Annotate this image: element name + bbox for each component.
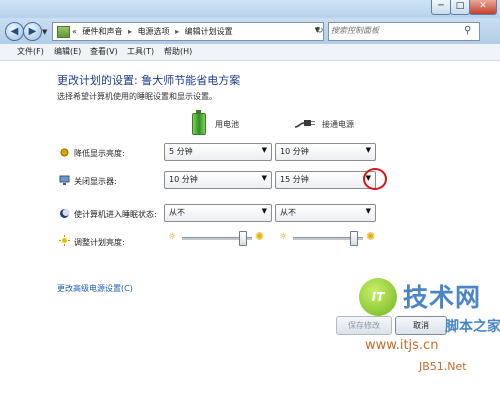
- page-subtitle: 选择希望计算机使用的睡眠设置和显示设置。: [57, 92, 217, 101]
- dim-sun-icon: ☼: [168, 232, 177, 242]
- breadcrumb-overflow[interactable]: «: [72, 27, 77, 36]
- chevron-down-icon: ▼: [261, 207, 267, 215]
- search-icon[interactable]: ⚲: [464, 25, 476, 37]
- search-input[interactable]: [331, 24, 459, 37]
- chevron-down-icon: ▼: [261, 174, 267, 182]
- slider-thumb[interactable]: [238, 231, 247, 246]
- dim-sun-icon: ☼: [279, 232, 288, 242]
- watermark-url-secondary: JB51.Net: [419, 360, 467, 373]
- title-bar: ─ □ ✕: [0, 0, 500, 18]
- breadcrumb-power-options[interactable]: 电源选项: [138, 27, 170, 36]
- menu-file[interactable]: 文件(F): [17, 46, 44, 57]
- slider-thumb[interactable]: [349, 231, 358, 246]
- dim-display-plugged-select[interactable]: 10 分钟 ▼: [275, 143, 376, 161]
- breadcrumb-hardware-sound[interactable]: 硬件和声音: [82, 27, 122, 36]
- maximize-button[interactable]: □: [450, 0, 470, 15]
- selected-value: 15 分钟: [280, 175, 309, 184]
- address-bar[interactable]: « 硬件和声音 ▸ 电源选项 ▸ 编辑计划设置 ▼: [52, 22, 324, 41]
- dim-display-label: 降低显示亮度:: [74, 149, 125, 158]
- refresh-icon[interactable]: ↻: [316, 26, 324, 36]
- breadcrumb: « 硬件和声音 ▸ 电源选项 ▸ 编辑计划设置: [72, 26, 236, 37]
- watermark-title: 技术网: [403, 283, 482, 312]
- sleep-label: 使计算机进入睡眠状态:: [74, 210, 157, 219]
- turn-off-display-battery-select[interactable]: 10 分钟 ▼: [164, 171, 272, 189]
- bright-sun-icon: ✺: [255, 230, 265, 243]
- column-header-battery: 用电池: [215, 120, 239, 129]
- dim-display-battery-select[interactable]: 5 分钟 ▼: [164, 143, 272, 161]
- menu-edit[interactable]: 编辑(E): [54, 46, 81, 57]
- selected-value: 10 分钟: [280, 147, 309, 156]
- recent-pages-dropdown[interactable]: ▼: [42, 28, 47, 36]
- menu-bar: 文件(F) 编辑(E) 查看(V) 工具(T) 帮助(H): [0, 44, 500, 61]
- menu-view[interactable]: 查看(V): [90, 46, 118, 57]
- highlight-circle: [363, 168, 387, 190]
- control-panel-window: ─ □ ✕ ◀ ▶ ▼ « 硬件和声音 ▸ 电源选项 ▸ 编辑计划设置 ▼ ↻ …: [0, 0, 500, 394]
- battery-icon: [192, 110, 206, 135]
- navigation-bar: ◀ ▶ ▼ « 硬件和声音 ▸ 电源选项 ▸ 编辑计划设置 ▼ ↻ ⚲: [0, 18, 500, 44]
- breadcrumb-separator[interactable]: ▸: [128, 27, 132, 36]
- control-panel-icon: [57, 26, 70, 38]
- selected-value: 10 分钟: [169, 175, 198, 184]
- breadcrumb-edit-plan[interactable]: 编辑计划设置: [185, 27, 233, 36]
- menu-help[interactable]: 帮助(H): [164, 46, 192, 57]
- back-button[interactable]: ◀: [5, 22, 24, 41]
- sleep-plugged-select[interactable]: 从不 ▼: [275, 204, 376, 222]
- power-plug-icon: [294, 120, 315, 128]
- monitor-icon: [59, 175, 70, 186]
- watermark-logo: IT: [359, 278, 397, 316]
- watermark-subtitle: 脚本之家: [445, 319, 500, 335]
- site-watermark: IT 技术网 脚本之家 www.itjs.cn JB51.Net: [357, 258, 500, 392]
- turn-off-display-plugged-select[interactable]: 15 分钟 ▼: [275, 171, 376, 189]
- brightness-icon: [59, 235, 70, 246]
- bright-sun-icon: ✺: [366, 230, 376, 243]
- forward-button[interactable]: ▶: [23, 22, 42, 41]
- sleep-battery-select[interactable]: 从不 ▼: [164, 204, 272, 222]
- selected-value: 从不: [280, 208, 296, 217]
- chevron-down-icon: ▼: [365, 207, 371, 215]
- selected-value: 5 分钟: [169, 147, 193, 156]
- watermark-url: www.itjs.cn: [365, 338, 439, 353]
- brightness-plugged-slider[interactable]: ☼ ✺: [279, 230, 379, 248]
- minimize-button[interactable]: ─: [431, 0, 451, 15]
- page-title: 更改计划的设置: 鲁大师节能省电方案: [57, 74, 241, 87]
- menu-tools[interactable]: 工具(T): [127, 46, 154, 57]
- chevron-down-icon: ▼: [261, 146, 267, 154]
- dim-brightness-icon: [59, 147, 70, 158]
- close-button[interactable]: ✕: [469, 0, 497, 15]
- column-header-plugged-in: 接通电源: [322, 120, 354, 129]
- sleep-moon-icon: [59, 208, 70, 219]
- brightness-label: 调整计划亮度:: [74, 238, 125, 247]
- search-box[interactable]: ⚲: [328, 22, 480, 41]
- brightness-battery-slider[interactable]: ☼ ✺: [168, 230, 268, 248]
- chevron-down-icon: ▼: [365, 146, 371, 154]
- selected-value: 从不: [169, 208, 185, 217]
- advanced-power-settings-link[interactable]: 更改高级电源设置(C): [57, 283, 133, 294]
- breadcrumb-separator[interactable]: ▸: [175, 27, 179, 36]
- turn-off-display-label: 关闭显示器:: [74, 177, 117, 186]
